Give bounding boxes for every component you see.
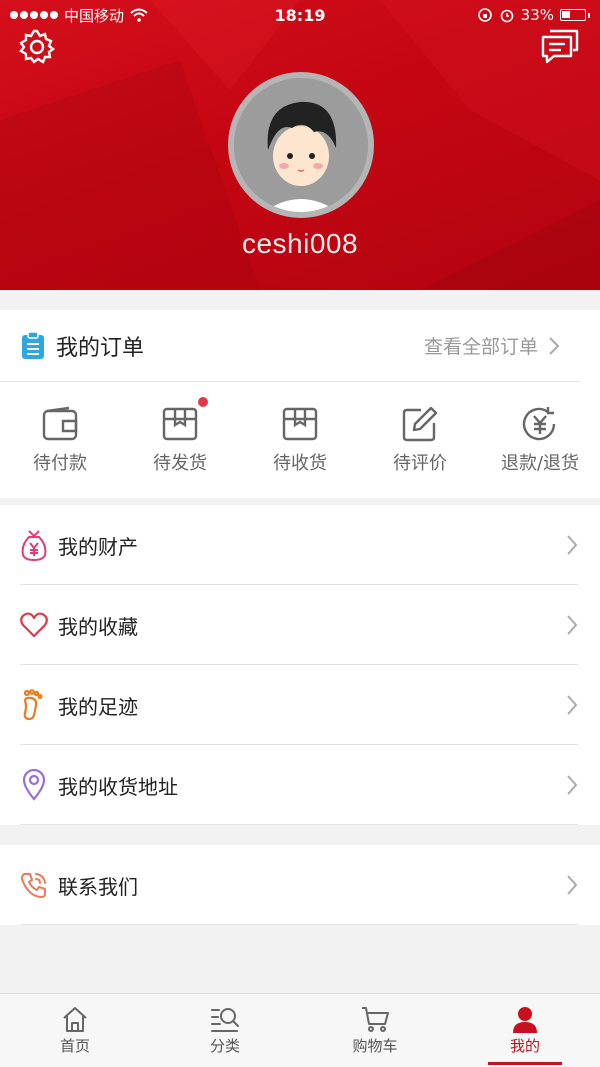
refund-icon (522, 406, 556, 440)
menu-item-shipping-address[interactable]: 我的收货地址 (0, 745, 600, 825)
heart-icon (20, 609, 48, 641)
signal-strength-icon (10, 11, 58, 19)
order-status-refund[interactable]: 退款/退货 (480, 405, 600, 475)
order-status-pending-receipt[interactable]: 待收货 (240, 405, 360, 475)
order-status-pending-payment[interactable]: 待付款 (0, 405, 120, 475)
tab-home[interactable]: 首页 (0, 994, 150, 1067)
view-all-orders-label: 查看全部订单 (423, 336, 538, 358)
bottom-tab-bar: 首页 分类 购物车 我的 (0, 993, 600, 1067)
chevron-right-icon (549, 336, 560, 355)
phone-icon (20, 869, 48, 901)
chevron-right-icon (567, 875, 578, 895)
carrier-name: 中国移动 (64, 6, 125, 25)
chevron-right-icon (567, 775, 578, 795)
order-status-label: 待评价 (393, 452, 447, 474)
wifi-icon (130, 8, 148, 22)
cart-icon (362, 1007, 389, 1032)
location-pin-icon (20, 769, 48, 801)
alarm-icon (500, 9, 513, 23)
status-bar: 中国移动 18:19 33% (0, 0, 600, 30)
user-icon (513, 1007, 537, 1033)
my-orders-card: 我的订单 查看全部订单 待付款 待发货 待收货 待评价 退款/退货 (0, 310, 600, 498)
username: ceshi008 (241, 228, 359, 259)
category-search-icon (211, 1008, 239, 1032)
chevron-right-icon (567, 535, 578, 555)
edit-icon (402, 406, 438, 441)
clock: 18:19 (274, 5, 326, 25)
menu-item-contact-us[interactable]: 联系我们 (0, 845, 600, 925)
contact-card: 联系我们 (0, 845, 600, 925)
profile-header: 中国移动 18:19 33% ceshi008 (0, 0, 600, 290)
tab-label: 首页 (59, 1037, 90, 1055)
tab-label: 分类 (209, 1037, 240, 1055)
my-orders-header[interactable]: 我的订单 查看全部订单 (0, 310, 580, 382)
menu-item-label: 我的财产 (58, 534, 138, 559)
notification-badge (198, 396, 208, 407)
order-status-pending-shipment[interactable]: 待发货 (120, 396, 240, 475)
tab-category[interactable]: 分类 (150, 994, 300, 1067)
package-icon (162, 407, 198, 440)
order-status-pending-review[interactable]: 待评价 (360, 405, 480, 475)
order-status-label: 待付款 (33, 452, 87, 474)
menu-item-label: 我的足迹 (58, 694, 138, 719)
order-status-label: 待收货 (273, 452, 327, 474)
tab-cart[interactable]: 购物车 (300, 994, 450, 1067)
chevron-right-icon (567, 615, 578, 635)
home-icon (63, 1007, 87, 1032)
order-status-label: 退款/退货 (500, 452, 580, 474)
money-bag-icon (20, 529, 48, 561)
settings-gear-icon[interactable] (18, 28, 56, 66)
avatar[interactable] (228, 72, 374, 218)
battery-icon (560, 9, 586, 21)
order-status-label: 待发货 (153, 452, 207, 474)
tab-label: 购物车 (352, 1037, 398, 1055)
messages-icon[interactable] (540, 28, 580, 64)
menu-item-my-assets[interactable]: 我的财产 (0, 505, 600, 585)
wallet-icon (42, 406, 78, 440)
footprint-icon (20, 689, 48, 721)
menu-item-label: 联系我们 (58, 874, 138, 899)
box-icon (282, 407, 318, 440)
menu-item-label: 我的收藏 (58, 614, 138, 639)
order-status-row: 待付款 待发货 待收货 待评价 退款/退货 (0, 382, 600, 497)
my-orders-title: 我的订单 (56, 335, 145, 361)
menu-item-my-footprints[interactable]: 我的足迹 (0, 665, 600, 745)
menu-item-my-favorites[interactable]: 我的收藏 (0, 585, 600, 665)
rotation-lock-icon (477, 8, 492, 22)
clipboard-icon (22, 331, 44, 359)
chevron-right-icon (567, 695, 578, 715)
tab-label: 我的 (509, 1037, 540, 1055)
menu-item-label: 我的收货地址 (58, 774, 178, 799)
battery-percent: 33% (520, 6, 554, 24)
tab-mine[interactable]: 我的 (450, 994, 600, 1067)
account-menu-list: 我的财产 我的收藏 我的足迹 我的收货地址 (0, 505, 600, 825)
view-all-orders-link[interactable]: 查看全部订单 (424, 332, 560, 359)
